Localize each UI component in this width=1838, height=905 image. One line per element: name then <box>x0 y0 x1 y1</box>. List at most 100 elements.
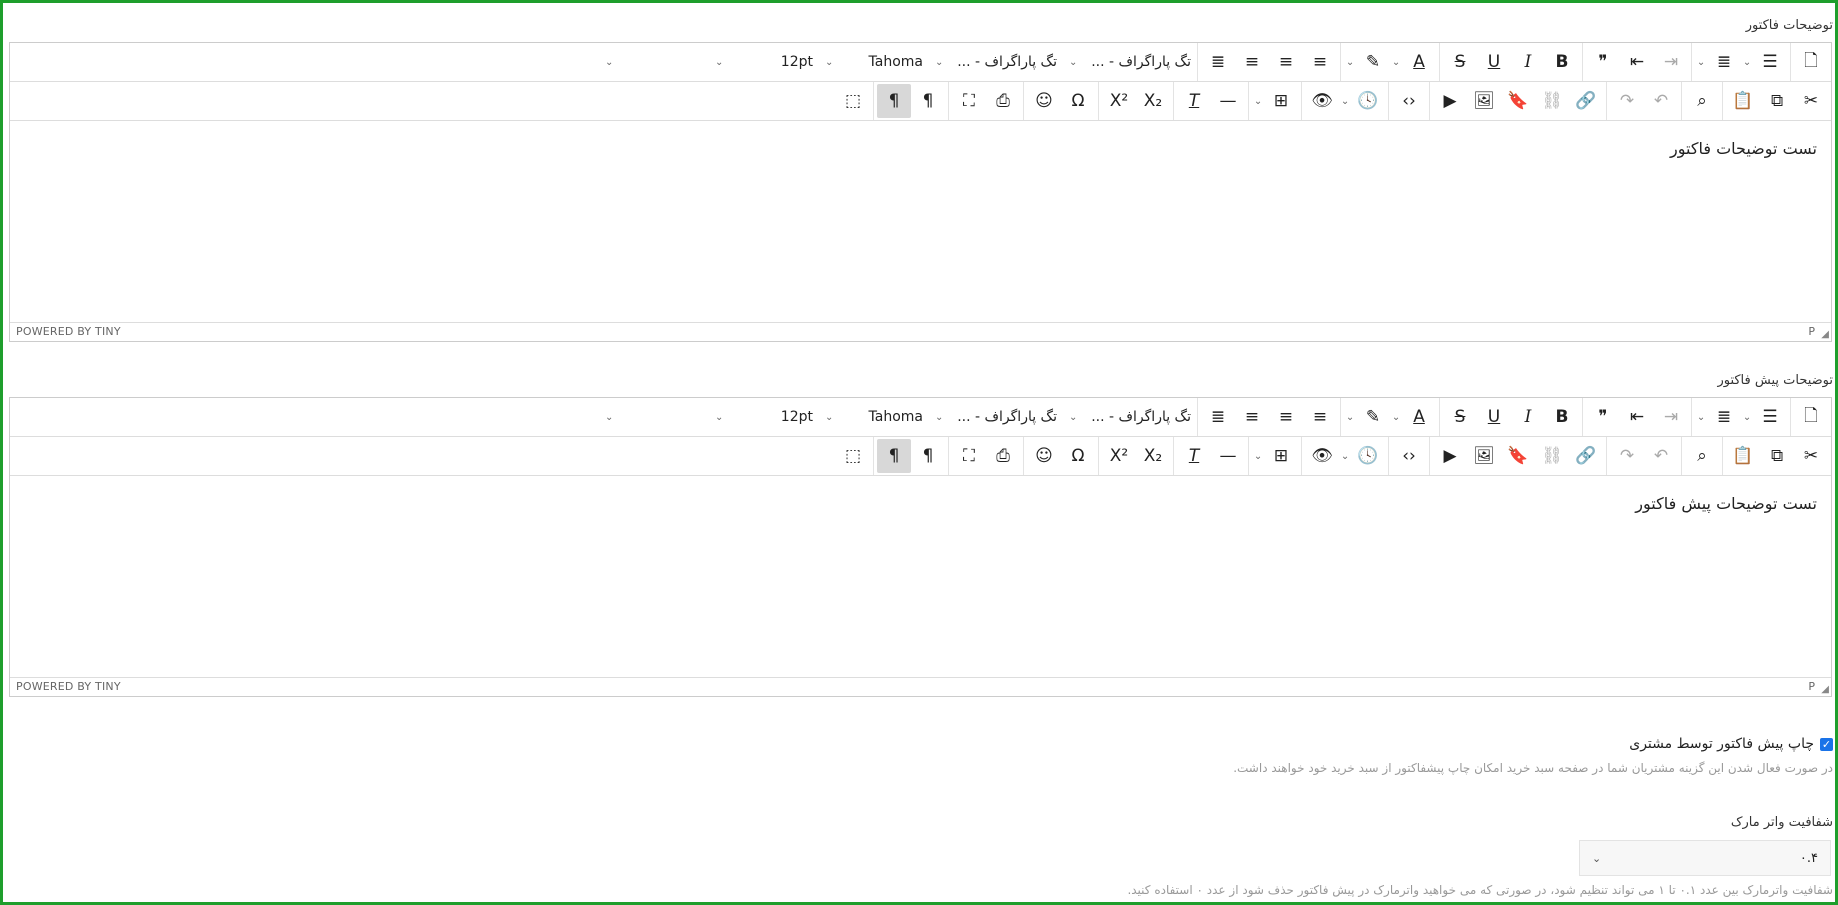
new-document-icon[interactable]: 🗋 <box>1794 400 1828 434</box>
show-blocks-icon[interactable]: ⬚ <box>836 439 870 473</box>
undo-icon[interactable]: ↶ <box>1644 439 1678 473</box>
preview-icon[interactable]: 👁 <box>1305 439 1339 473</box>
align-center-icon[interactable]: ≡ <box>1269 400 1303 434</box>
numbered-list-icon[interactable]: ≣ <box>1707 400 1741 434</box>
subscript-icon[interactable]: X₂ <box>1136 84 1170 118</box>
align-left-icon[interactable]: ≡ <box>1303 400 1337 434</box>
block-format-select-2[interactable]: تگ پاراگراف - ... ⌄ <box>929 400 1063 434</box>
copy-icon[interactable]: ⧉ <box>1760 439 1794 473</box>
paste-icon[interactable]: 📋 <box>1726 439 1760 473</box>
chevron-down-icon[interactable]: ⌄ <box>1390 45 1402 79</box>
bullet-list-icon[interactable]: ☰ <box>1753 45 1787 79</box>
redo-icon[interactable]: ↷ <box>1610 439 1644 473</box>
image-icon[interactable]: 🖼 <box>1467 84 1501 118</box>
font-size-select[interactable]: 12pt ⌄ <box>709 400 819 434</box>
align-justify-icon[interactable]: ≣ <box>1201 400 1235 434</box>
chevron-down-icon[interactable]: ⌄ <box>1344 45 1356 79</box>
ltr-direction-icon[interactable]: ¶ <box>911 84 945 118</box>
blockquote-icon[interactable]: ❞ <box>1586 400 1620 434</box>
print-proforma-checkbox[interactable]: ✓ <box>1820 737 1833 751</box>
resize-handle-icon[interactable]: ◢ <box>1821 329 1829 340</box>
block-format-select[interactable]: تگ پاراگراف - ... ⌄ <box>1063 45 1197 79</box>
bold-icon[interactable]: B <box>1545 45 1579 79</box>
preview-icon[interactable]: 👁 <box>1305 84 1339 118</box>
font-size-select[interactable]: 12pt ⌄ <box>709 45 819 79</box>
bookmark-icon[interactable]: 🔖 <box>1501 84 1535 118</box>
italic-icon[interactable]: I <box>1511 400 1545 434</box>
element-path[interactable]: P <box>1808 680 1815 693</box>
editor-content-area[interactable]: تست توضیحات فاکتور <box>10 121 1831 321</box>
indent-icon[interactable]: ⇥ <box>1654 400 1688 434</box>
subscript-icon[interactable]: X₂ <box>1136 439 1170 473</box>
ltr-direction-icon[interactable]: ¶ <box>911 439 945 473</box>
source-code-icon[interactable]: ‹› <box>1392 439 1426 473</box>
chevron-down-icon[interactable]: ⌄ <box>1741 45 1753 79</box>
chevron-down-icon[interactable]: ⌄ <box>1339 439 1351 473</box>
link-icon[interactable]: 🔗 <box>1569 439 1603 473</box>
table-icon[interactable]: ⊞ <box>1264 439 1298 473</box>
align-left-icon[interactable]: ≡ <box>1303 45 1337 79</box>
powered-by-tiny[interactable]: POWERED BY TINY <box>16 325 121 338</box>
print-icon[interactable]: ⎙ <box>986 84 1020 118</box>
align-right-icon[interactable]: ≡ <box>1235 45 1269 79</box>
align-center-icon[interactable]: ≡ <box>1269 45 1303 79</box>
chevron-down-icon[interactable]: ⌄ <box>1339 84 1351 118</box>
horizontal-rule-icon[interactable]: — <box>1211 84 1245 118</box>
align-justify-icon[interactable]: ≣ <box>1201 45 1235 79</box>
clear-formatting-icon[interactable]: T <box>1177 84 1211 118</box>
rtl-direction-icon[interactable]: ¶ <box>877 439 911 473</box>
special-character-icon[interactable]: Ω <box>1061 439 1095 473</box>
chevron-down-icon[interactable]: ⌄ <box>1741 400 1753 434</box>
table-icon[interactable]: ⊞ <box>1264 84 1298 118</box>
chevron-down-icon[interactable]: ⌄ <box>1252 439 1264 473</box>
highlight-color-icon[interactable]: ✎ <box>1356 400 1390 434</box>
block-format-select-2[interactable]: تگ پاراگراف - ... ⌄ <box>929 45 1063 79</box>
image-icon[interactable]: 🖼 <box>1467 439 1501 473</box>
fullscreen-icon[interactable]: ⛶ <box>952 439 986 473</box>
source-code-icon[interactable]: ‹› <box>1392 84 1426 118</box>
chevron-down-icon[interactable]: ⌄ <box>1344 400 1356 434</box>
redo-icon[interactable]: ↷ <box>1610 84 1644 118</box>
horizontal-rule-icon[interactable]: — <box>1211 439 1245 473</box>
element-path[interactable]: P <box>1808 325 1815 338</box>
search-icon[interactable]: ⌕ <box>1685 84 1719 118</box>
resize-handle-icon[interactable]: ◢ <box>1821 684 1829 695</box>
print-icon[interactable]: ⎙ <box>986 439 1020 473</box>
block-format-select[interactable]: تگ پاراگراف - ... ⌄ <box>1063 400 1197 434</box>
align-right-icon[interactable]: ≡ <box>1235 400 1269 434</box>
bold-icon[interactable]: B <box>1545 400 1579 434</box>
outdent-icon[interactable]: ⇤ <box>1620 45 1654 79</box>
copy-icon[interactable]: ⧉ <box>1760 84 1794 118</box>
cut-icon[interactable]: ✂ <box>1794 439 1828 473</box>
superscript-icon[interactable]: X² <box>1102 84 1136 118</box>
link-icon[interactable]: 🔗 <box>1569 84 1603 118</box>
chevron-down-icon[interactable]: ⌄ <box>1252 84 1264 118</box>
unlink-icon[interactable]: ⛓ <box>1535 84 1569 118</box>
new-document-icon[interactable]: 🗋 <box>1794 45 1828 79</box>
indent-icon[interactable]: ⇥ <box>1654 45 1688 79</box>
search-icon[interactable]: ⌕ <box>1685 439 1719 473</box>
superscript-icon[interactable]: X² <box>1102 439 1136 473</box>
strikethrough-icon[interactable]: S <box>1443 400 1477 434</box>
line-height-select[interactable]: ⌄ <box>599 45 709 79</box>
chevron-down-icon[interactable]: ⌄ <box>1695 45 1707 79</box>
chevron-down-icon[interactable]: ⌄ <box>1695 400 1707 434</box>
underline-icon[interactable]: U <box>1477 45 1511 79</box>
font-family-select[interactable]: Tahoma ⌄ <box>819 400 929 434</box>
emoticons-icon[interactable]: ☺ <box>1027 84 1061 118</box>
show-blocks-icon[interactable]: ⬚ <box>836 84 870 118</box>
fullscreen-icon[interactable]: ⛶ <box>952 84 986 118</box>
text-color-icon[interactable]: A <box>1402 400 1436 434</box>
watermark-opacity-select[interactable]: ۰.۴ ⌄ <box>1579 840 1831 876</box>
editor-content-area[interactable]: تست توضیحات پیش فاکتور <box>10 476 1831 676</box>
editor-content[interactable]: تست توضیحات پیش فاکتور <box>1635 494 1817 513</box>
insert-datetime-icon[interactable]: 🕓 <box>1351 84 1385 118</box>
emoticons-icon[interactable]: ☺ <box>1027 439 1061 473</box>
chevron-down-icon[interactable]: ⌄ <box>1390 400 1402 434</box>
media-icon[interactable]: ▶ <box>1433 84 1467 118</box>
print-proforma-label[interactable]: چاپ پیش فاکتور توسط مشتری <box>1629 736 1814 752</box>
media-icon[interactable]: ▶ <box>1433 439 1467 473</box>
underline-icon[interactable]: U <box>1477 400 1511 434</box>
editor-content[interactable]: تست توضیحات فاکتور <box>1670 139 1817 158</box>
rtl-direction-icon[interactable]: ¶ <box>877 84 911 118</box>
